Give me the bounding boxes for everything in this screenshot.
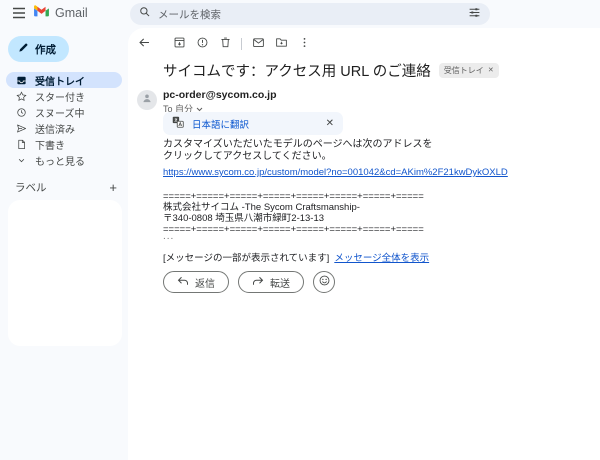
search-icon [139,5,151,23]
back-button[interactable] [136,36,152,52]
main-menu-button[interactable] [11,7,27,21]
sidebar-item-label: 下書き [35,140,65,152]
sidebar-item-inbox[interactable]: 受信トレイ [6,72,122,88]
report-spam-button[interactable] [194,36,210,52]
trash-icon [219,36,232,52]
gmail-m-icon [33,4,50,22]
delete-button[interactable] [217,36,233,52]
email-view: サイコムです：アクセス用 URL のご連絡 受信トレイ ✕ pc-order@s… [128,28,600,460]
archive-button[interactable] [171,36,187,52]
signature-separator: =====+=====+=====+=====+=====+=====+====… [163,191,424,202]
forward-label: 転送 [270,278,290,290]
signature-separator: =====+=====+=====+=====+=====+=====+====… [163,224,424,235]
archive-icon [173,36,186,52]
message-toolbar [136,36,312,52]
signature-address: 〒340-0808 埼玉県八潮市緑町2-13-13 [163,213,325,224]
create-label-button[interactable]: + [109,181,117,194]
sidebar-item-label: スヌーズ中 [35,108,85,120]
report-spam-icon [196,36,209,52]
search-input[interactable]: メールを検索 [158,7,468,22]
person-icon [141,91,153,109]
sender-avatar[interactable] [137,90,157,110]
sidebar-item-drafts[interactable]: 下書き [6,136,122,152]
tune-icon [468,6,481,22]
reply-actions: 返信 転送 [163,271,335,293]
draft-icon [15,138,27,150]
more-vertical-icon [298,36,311,52]
reply-label: 返信 [195,278,215,290]
star-icon [15,90,27,102]
compose-label: 作成 [35,43,56,56]
clock-icon [15,106,27,118]
more-options-button[interactable] [296,36,312,52]
inbox-label-badge: 受信トレイ ✕ [438,63,499,78]
move-to-button[interactable] [273,36,289,52]
reply-button[interactable]: 返信 [163,271,229,293]
sidebar: 作成 受信トレイ スター付き スヌーズ中 送信済み 下書き もっと見る ラベル … [0,28,128,460]
sidebar-item-label: もっと見る [35,156,85,168]
sidebar-item-more[interactable]: もっと見る [6,152,122,168]
body-text-line2: クリックしてアクセスしてください。 [163,151,332,162]
search-options-button[interactable] [468,6,481,22]
signature-company: 株式会社サイコム -The Sycom Craftsmanship- [163,202,360,213]
labels-empty-card [8,200,122,346]
envelope-icon [252,36,265,52]
hamburger-icon [12,7,26,22]
forward-arrow-icon [252,276,264,289]
top-bar: Gmail メールを検索 [0,0,600,28]
inbox-icon [15,74,27,86]
custom-model-url-link[interactable]: https://www.sycom.co.jp/custom/model?no=… [163,167,508,178]
sender-email: pc-order@sycom.co.jp [163,89,277,101]
sidebar-item-sent[interactable]: 送信済み [6,120,122,136]
remove-label-button[interactable]: ✕ [488,67,494,74]
translate-icon [172,115,184,133]
translate-close-button[interactable]: ✕ [326,118,334,129]
search-bar[interactable]: メールを検索 [130,3,490,25]
emoji-smile-icon [318,274,331,290]
labels-title: ラベル [15,182,47,194]
gmail-logo[interactable]: Gmail [33,4,88,22]
mark-unread-button[interactable] [250,36,266,52]
add-reaction-button[interactable] [313,271,335,293]
trimmed-note: [メッセージの一部が表示されています] [163,253,330,264]
chevron-down-icon [15,154,27,166]
translate-link[interactable]: 日本語に翻訳 [192,117,249,131]
trimmed-message-row: [メッセージの一部が表示されています] メッセージ全体を表示 [163,250,429,264]
badge-label: 受信トレイ [443,66,484,75]
translate-bar: 日本語に翻訳 ✕ [163,112,343,135]
compose-button[interactable]: 作成 [8,36,69,62]
signature-block: =====+=====+=====+=====+=====+=====+====… [163,191,424,235]
reply-arrow-icon [177,276,189,289]
email-subject: サイコムです：アクセス用 URL のご連絡 [163,64,431,80]
gmail-app: Gmail メールを検索 作成 受信トレイ スター付き スヌーズ中 送信済み 下… [0,0,600,460]
sidebar-item-starred[interactable]: スター付き [6,88,122,104]
forward-button[interactable]: 転送 [238,271,304,293]
toolbar-divider [241,38,242,50]
subject-row: サイコムです：アクセス用 URL のご連絡 受信トレイ ✕ [163,60,499,81]
show-trimmed-content-button[interactable]: ... [163,231,174,242]
send-icon [15,122,27,134]
labels-header: ラベル + [15,180,117,195]
sidebar-item-label: 受信トレイ [35,76,85,88]
sidebar-item-snoozed[interactable]: スヌーズ中 [6,104,122,120]
pencil-icon [18,42,29,56]
sidebar-nav: 受信トレイ スター付き スヌーズ中 送信済み 下書き もっと見る [0,72,128,168]
gmail-wordmark: Gmail [55,6,88,20]
folder-icon [275,36,288,52]
sidebar-item-label: スター付き [35,92,85,104]
sidebar-item-label: 送信済み [35,124,75,136]
back-arrow-icon [138,36,151,52]
view-entire-message-link[interactable]: メッセージ全体を表示 [334,250,429,264]
